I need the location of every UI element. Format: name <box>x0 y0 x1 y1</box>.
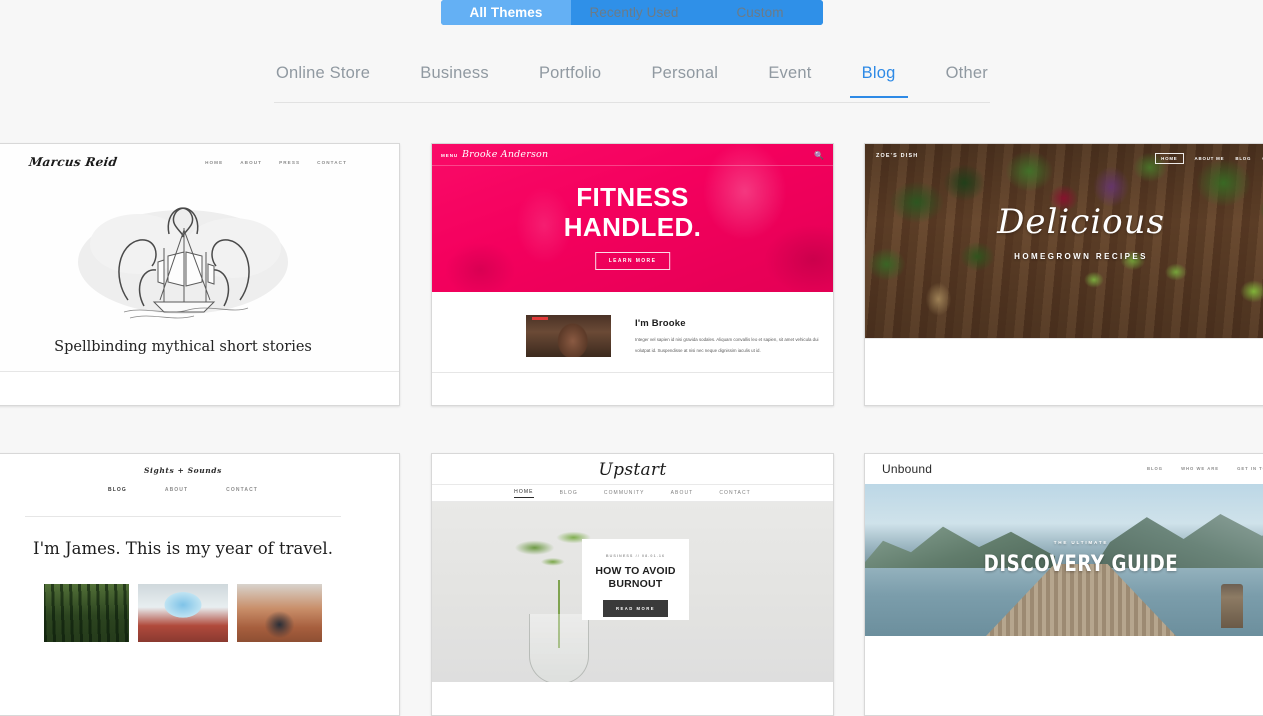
theme-nav: BLOG WHO WE ARE GET IN TOUCH <box>1147 466 1263 471</box>
hero-title: Delicious <box>997 202 1165 242</box>
nav-item-about: ABOUT <box>240 160 263 165</box>
theme-hero: MENU Brooke Anderson 🔍 FITNESS HANDLED. … <box>432 144 833 292</box>
headline-line-1: FITNESS <box>576 182 689 212</box>
theme-card-marcus-reid[interactable]: Marcus Reid HOME ABOUT PRESS CONTACT Spe… <box>0 143 400 406</box>
theme-hero: THE ULTIMATE DISCOVERY GUIDE <box>865 484 1263 636</box>
theme-logo: ZOE'S DISH <box>876 153 919 159</box>
hero-headline: I'm James. This is my year of travel. <box>33 539 333 558</box>
nav-item-home: HOME <box>205 160 224 165</box>
nav-item-home: HOME <box>1155 153 1184 164</box>
nav-item-blog: BLOG <box>1146 466 1164 471</box>
theme-scope-tabbar: All Themes Recently Used Custom <box>441 0 823 25</box>
theme-thumbnail: MENU Brooke Anderson 🔍 FITNESS HANDLED. … <box>432 144 833 372</box>
post-title: HOW TO AVOID BURNOUT <box>595 565 676 591</box>
category-blog[interactable]: Blog <box>849 62 908 98</box>
theme-hero: BUSINESS // 08.01.16 HOW TO AVOID BURNOU… <box>432 502 833 682</box>
theme-nav: HOME ABOUT PRESS CONTACT <box>205 160 347 165</box>
category-other[interactable]: Other <box>944 62 990 97</box>
category-personal[interactable]: Personal <box>649 62 720 97</box>
tab-all-themes[interactable]: All Themes <box>441 0 571 25</box>
theme-nav: HOME ABOUT ME BLOG CONTACT <box>1155 153 1263 164</box>
nav-item-contact: CONTACT <box>719 490 751 496</box>
theme-tagline: Spellbinding mythical short stories <box>54 339 312 355</box>
about-section: I'm Brooke Integer vel sapien id nisi gr… <box>432 292 833 357</box>
nav-item-contact: CONTACT <box>226 487 258 493</box>
nav-item-community: COMMUNITY <box>603 490 645 496</box>
search-icon: 🔍 <box>814 151 824 160</box>
photo-strip <box>0 584 399 642</box>
tab-custom[interactable]: Custom <box>697 0 823 25</box>
nav-item-press: PRESS <box>279 160 301 165</box>
theme-nav: BLOG ABOUT CONTACT <box>0 487 399 493</box>
nav-item-about: ABOUT <box>164 487 189 493</box>
theme-card-upstart[interactable]: Upstart HOME BLOG COMMUNITY ABOUT CONTAC… <box>431 453 834 716</box>
header-divider <box>25 516 341 517</box>
kraken-ship-illustration <box>78 207 288 319</box>
nav-item-blog: BLOG <box>1235 156 1252 161</box>
theme-logo: Marcus Reid <box>28 155 119 169</box>
theme-logo: Sights + Sounds <box>144 466 222 475</box>
hero-subtitle: HOMEGROWN RECIPES <box>1014 252 1148 261</box>
theme-card-footer <box>0 371 399 405</box>
theme-card-unbound[interactable]: Unbound BLOG WHO WE ARE GET IN TOUCH THE… <box>864 453 1263 716</box>
category-portfolio[interactable]: Portfolio <box>537 62 603 97</box>
nav-item-get-in-touch: GET IN TOUCH <box>1237 466 1263 471</box>
header-divider <box>432 165 833 166</box>
nav-item-about: ABOUT <box>670 490 694 496</box>
hero-kicker: THE ULTIMATE <box>1053 540 1109 545</box>
theme-logo: Unbound <box>882 462 933 476</box>
category-business[interactable]: Business <box>418 62 491 97</box>
theme-thumbnail: Unbound BLOG WHO WE ARE GET IN TOUCH THE… <box>865 454 1263 639</box>
hero-title: DISCOVERY GUIDE <box>983 552 1179 577</box>
nav-item-home: HOME <box>514 489 534 498</box>
nav-item-blog: BLOG <box>559 490 578 496</box>
about-title: I'm Brooke <box>635 318 686 329</box>
theme-card-sights-sounds[interactable]: Sights + Sounds BLOG ABOUT CONTACT I'm J… <box>0 453 400 716</box>
theme-card-footer <box>865 338 1263 405</box>
theme-card-footer <box>432 372 833 405</box>
theme-card-zoes-dish[interactable]: ZOE'S DISH HOME ABOUT ME BLOG CONTACT De… <box>864 143 1263 406</box>
theme-thumbnail: Marcus Reid HOME ABOUT PRESS CONTACT Spe… <box>0 144 399 371</box>
forest-photo <box>44 584 129 642</box>
category-event[interactable]: Event <box>766 62 813 97</box>
about-body: Integer vel sapien id nisi gravida sodal… <box>635 337 819 353</box>
nav-item-about-me: ABOUT ME <box>1194 156 1225 161</box>
theme-logo: Upstart <box>598 460 667 480</box>
featured-post-card: BUSINESS // 08.01.16 HOW TO AVOID BURNOU… <box>582 539 689 620</box>
glass-vase <box>529 614 589 682</box>
author-photo <box>526 315 611 357</box>
tab-recently-used[interactable]: Recently Used <box>571 0 697 25</box>
theme-thumbnail: Upstart HOME BLOG COMMUNITY ABOUT CONTAC… <box>432 454 833 682</box>
read-more-button: READ MORE <box>602 600 669 618</box>
learn-more-button: LEARN MORE <box>594 252 671 270</box>
canyon-photo <box>237 584 322 642</box>
nav-item-blog: BLOG <box>108 487 127 493</box>
dock-post <box>1221 584 1243 628</box>
theme-thumbnail: Sights + Sounds BLOG ABOUT CONTACT I'm J… <box>0 454 399 681</box>
menu-label: MENU <box>441 153 459 158</box>
headline-line-2: HANDLED. <box>563 212 702 243</box>
tent-photo <box>138 584 228 642</box>
post-kicker: BUSINESS // 08.01.16 <box>605 554 666 558</box>
nav-item-contact: CONTACT <box>317 160 347 165</box>
theme-nav: HOME BLOG COMMUNITY ABOUT CONTACT <box>432 484 833 502</box>
hero-headline: FITNESS HANDLED. <box>432 182 833 242</box>
category-online-store[interactable]: Online Store <box>274 62 372 97</box>
nav-item-who-we-are: WHO WE ARE <box>1181 466 1220 471</box>
theme-logo: Brooke Anderson <box>462 149 549 160</box>
category-nav: Online Store Business Portfolio Personal… <box>274 62 990 103</box>
theme-card-brooke-anderson[interactable]: MENU Brooke Anderson 🔍 FITNESS HANDLED. … <box>431 143 834 406</box>
theme-thumbnail: ZOE'S DISH HOME ABOUT ME BLOG CONTACT De… <box>865 144 1263 338</box>
